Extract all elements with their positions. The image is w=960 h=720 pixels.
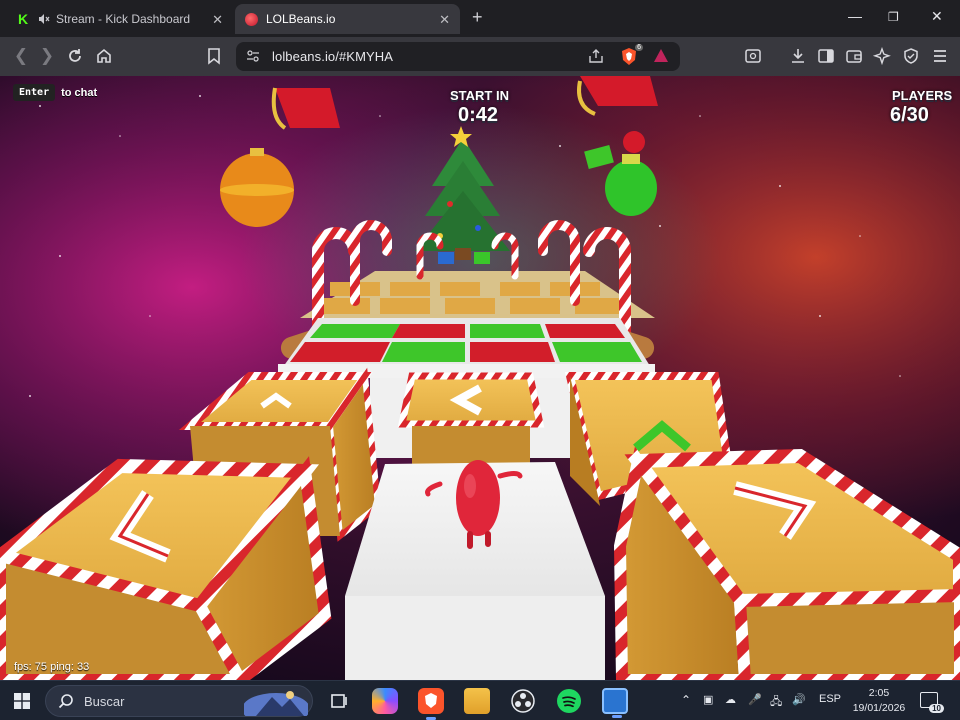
close-tab-icon[interactable]: ✕ <box>212 12 223 28</box>
notification-icon[interactable]: 10 <box>920 692 944 713</box>
lolbeans-icon <box>245 12 258 26</box>
leo-ai-icon[interactable] <box>873 47 891 65</box>
taskbar-search[interactable]: Buscar <box>45 685 313 717</box>
players-label: PLAYERS <box>892 88 953 103</box>
microphone-icon[interactable]: 🎤 <box>748 693 762 706</box>
copilot-icon[interactable] <box>372 688 398 714</box>
fps-ping-readout: fps: 75 ping: 33 <box>14 661 90 673</box>
app-window-icon[interactable] <box>602 688 628 718</box>
tab-strip: K Stream - Kick Dashboard ✕ LOLBeans.io … <box>0 0 960 37</box>
tab-title: Stream - Kick Dashboard <box>56 12 191 26</box>
shield-count-badge: 6 <box>635 44 643 51</box>
notification-badge: 10 <box>929 704 944 713</box>
windows-start-icon[interactable] <box>14 693 30 709</box>
wallet-icon[interactable] <box>845 47 863 65</box>
forward-button[interactable]: ❯ <box>37 46 57 66</box>
vpn-icon[interactable] <box>902 47 920 65</box>
spotify-icon[interactable] <box>556 688 582 714</box>
windows-taskbar: Buscar ⌃ ▣ ☁ 🎤 🖧 🔊 ESP 2:05 19/01/2026 1… <box>0 680 960 720</box>
game-scene <box>0 76 960 680</box>
reload-icon[interactable] <box>66 47 84 65</box>
brave-browser-icon[interactable] <box>418 688 444 720</box>
chat-hint: Enter to chat <box>13 84 97 101</box>
start-countdown: 0:42 <box>458 104 499 126</box>
minimize-button[interactable]: — <box>848 8 862 24</box>
tray-overflow-icon[interactable]: ⌃ <box>681 693 691 707</box>
tab-kick-dashboard[interactable]: K Stream - Kick Dashboard ✕ <box>8 4 233 34</box>
start-in-label: START IN <box>450 88 509 103</box>
menu-icon[interactable] <box>931 47 949 65</box>
kick-icon: K <box>16 11 30 27</box>
url-text[interactable]: lolbeans.io/#KMYHA <box>272 49 393 64</box>
chat-hint-label: to chat <box>61 86 98 99</box>
tab-title: LOLBeans.io <box>266 12 336 26</box>
back-button[interactable]: ❮ <box>11 46 31 66</box>
tab-lolbeans[interactable]: LOLBeans.io ✕ <box>235 4 460 34</box>
search-highlight-image <box>244 691 308 716</box>
enter-key-badge: Enter <box>13 84 56 101</box>
new-tab-button[interactable]: + <box>472 7 483 28</box>
clock-time: 2:05 <box>868 687 890 699</box>
search-placeholder: Buscar <box>84 694 125 709</box>
game-canvas[interactable]: Enter to chat START IN 0:42 PLAYERS 6/30… <box>0 76 960 680</box>
site-settings-icon[interactable] <box>246 49 260 63</box>
brave-shields-icon[interactable]: 6 <box>620 44 643 66</box>
clock-date: 19/01/2026 <box>852 702 906 714</box>
bookmark-icon[interactable] <box>206 47 222 65</box>
muted-speaker-icon[interactable] <box>38 13 50 25</box>
search-icon <box>58 694 73 709</box>
close-window-button[interactable]: ✕ <box>931 8 943 25</box>
home-icon[interactable] <box>95 47 113 65</box>
players-count: 6/30 <box>890 104 929 126</box>
browser-toolbar: ❮ ❯ lolbeans.io/#KMYHA 6 <box>0 37 960 76</box>
task-view-icon[interactable] <box>326 688 352 714</box>
share-icon[interactable] <box>588 48 604 64</box>
obs-icon[interactable] <box>510 688 536 714</box>
file-explorer-icon[interactable] <box>464 688 490 714</box>
download-icon[interactable] <box>789 47 807 65</box>
language-indicator[interactable]: ESP <box>819 693 841 705</box>
network-icon[interactable]: 🖧 <box>770 693 782 712</box>
tray-app-icon[interactable]: ▣ <box>703 693 713 706</box>
maximize-button[interactable]: ❐ <box>888 10 899 24</box>
volume-icon[interactable]: 🔊 <box>792 693 806 706</box>
sidebar-icon[interactable] <box>817 47 835 65</box>
system-clock[interactable]: 2:05 19/01/2026 <box>849 686 909 716</box>
tray-onedrive-icon[interactable]: ☁ <box>725 693 736 706</box>
close-tab-icon[interactable]: ✕ <box>439 12 450 28</box>
address-bar[interactable]: lolbeans.io/#KMYHA 6 <box>236 42 680 71</box>
brave-rewards-icon[interactable] <box>654 49 668 62</box>
reader-mode-icon[interactable] <box>744 47 762 65</box>
box-mid-center <box>397 372 545 466</box>
